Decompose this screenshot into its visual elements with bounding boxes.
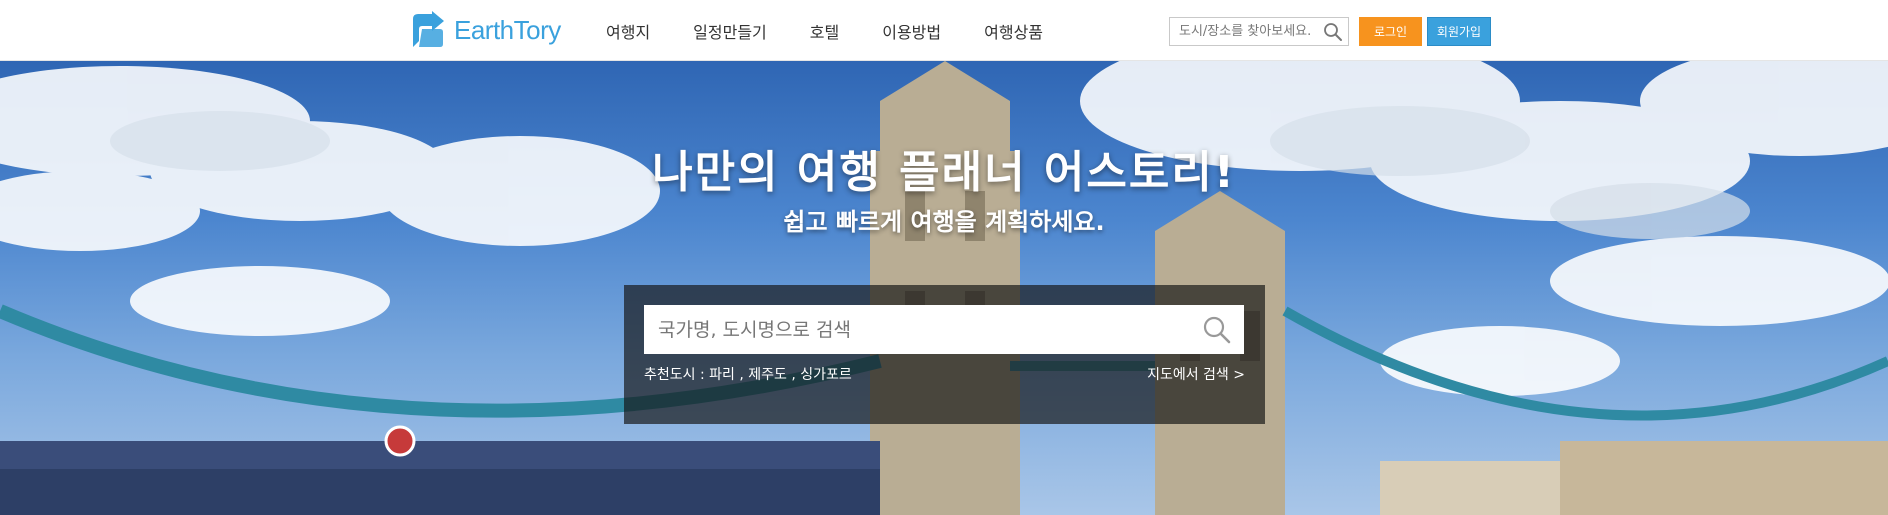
nav-item-itinerary[interactable]: 일정만들기: [693, 19, 767, 43]
login-button[interactable]: 로그인: [1359, 17, 1422, 46]
recommend-label: 추천도시 :: [644, 367, 710, 383]
logo-icon: [413, 11, 444, 47]
recommended-cities: 추천도시 : 파리 , 제주도 , 싱가포르: [644, 364, 852, 384]
header-search: [1169, 17, 1349, 46]
recommended-city-paris[interactable]: 파리: [709, 367, 735, 383]
recommended-city-jeju[interactable]: 제주도: [748, 367, 787, 383]
search-panel: 추천도시 : 파리 , 제주도 , 싱가포르 지도에서 검색 >: [624, 285, 1265, 424]
main-search-input[interactable]: [644, 305, 1194, 354]
main-search-box: [644, 305, 1244, 354]
separator: ,: [734, 367, 749, 383]
hero-subtitle: 쉽고 빠르게 여행을 계획하세요.: [783, 208, 1105, 236]
nav-item-destinations[interactable]: 여행지: [606, 19, 650, 43]
nav-item-hotel[interactable]: 호텔: [810, 19, 839, 43]
signup-button[interactable]: 회원가입: [1427, 17, 1491, 46]
search-icon[interactable]: [1323, 22, 1343, 42]
nav-item-travel-products[interactable]: 여행상품: [984, 19, 1043, 43]
logo[interactable]: EarthTory: [410, 10, 561, 50]
hero-banner: 나만의 여행 플래너 어스토리! 쉽고 빠르게 여행을 계획하세요. 추천도시 …: [0, 61, 1888, 515]
search-icon[interactable]: [1202, 315, 1232, 345]
nav-item-how-to-use[interactable]: 이용방법: [882, 19, 941, 43]
recommended-city-singapore[interactable]: 싱가포르: [800, 367, 852, 383]
main-nav: 여행지 일정만들기 호텔 이용방법 여행상품: [606, 0, 1086, 61]
header-search-input[interactable]: [1170, 18, 1320, 45]
map-search-link[interactable]: 지도에서 검색 >: [1147, 364, 1245, 384]
logo-text: EarthTory: [454, 14, 561, 45]
site-header: EarthTory 여행지 일정만들기 호텔 이용방법 여행상품 로그인 회원가…: [0, 0, 1888, 61]
hero-title: 나만의 여행 플래너 어스토리!: [652, 147, 1236, 198]
separator: ,: [786, 367, 801, 383]
